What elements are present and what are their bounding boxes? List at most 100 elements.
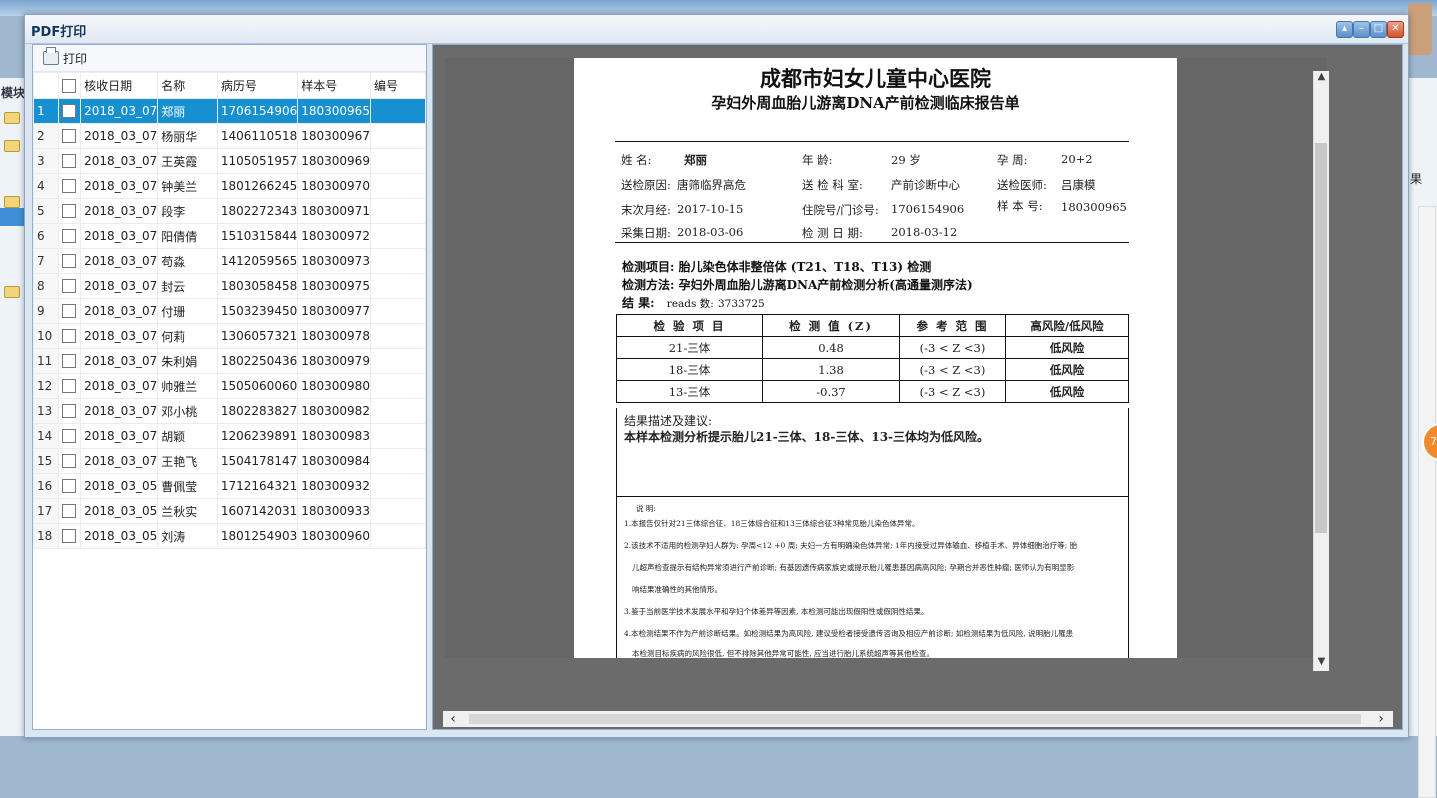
result-tab[interactable]: 果 [1410, 170, 1422, 187]
sample-cell: 180300983 [297, 423, 371, 449]
scroll-up-icon[interactable]: ▲ [1314, 71, 1329, 85]
row-checkbox[interactable] [57, 198, 82, 224]
viewer-vertical-scrollbar[interactable]: ▲ ▼ [1313, 71, 1329, 671]
row-checkbox[interactable] [57, 398, 82, 424]
collapse-button[interactable]: ▴ [1336, 21, 1353, 38]
checkbox[interactable] [62, 529, 77, 544]
checkbox[interactable] [62, 229, 77, 244]
table-row[interactable]: 15 2018_03_07 王艳飞 1504178147 180300984 [33, 448, 427, 474]
checkbox[interactable] [62, 304, 77, 319]
date-cell: 2018_03_07 [80, 123, 159, 149]
print-button[interactable]: 打印 [39, 47, 91, 67]
checkbox[interactable] [62, 379, 77, 394]
checkbox[interactable] [62, 279, 77, 294]
scroll-thumb[interactable] [1315, 143, 1327, 533]
row-checkbox[interactable] [57, 98, 82, 124]
sample-cell: 180300975 [297, 273, 371, 299]
row-checkbox[interactable] [57, 523, 82, 549]
row-checkbox[interactable] [57, 123, 82, 149]
checkbox[interactable] [62, 429, 77, 444]
row-number: 9 [33, 298, 59, 324]
dialog-titlebar[interactable]: PDF打印 ▴ – □ ✕ [25, 15, 1408, 44]
name-label: 姓 名: [621, 153, 652, 167]
checkbox[interactable] [62, 479, 77, 494]
table-row[interactable]: 18 2018_03_05 刘涛 1801254903 180300960 [33, 523, 427, 549]
column-header[interactable]: 样本号 [297, 72, 371, 99]
table-row[interactable]: 9 2018_03_07 付珊 1503239450 180300977 [33, 298, 427, 324]
sample-cell: 180300984 [297, 448, 371, 474]
name-cell: 帅雅兰 [157, 373, 218, 399]
table-row[interactable]: 2 2018_03_07 杨丽华 1406110518 180300967 [33, 123, 427, 149]
column-header[interactable]: 编号 [369, 72, 427, 99]
table-row[interactable]: 10 2018_03_07 何莉 1306057321 180300978 [33, 323, 427, 349]
checkbox[interactable] [62, 254, 77, 269]
table-row[interactable]: 7 2018_03_07 苟淼 1412059565 180300973 [33, 248, 427, 274]
close-button[interactable]: ✕ [1387, 21, 1404, 38]
checkbox[interactable] [62, 504, 77, 519]
printer-icon [43, 47, 59, 65]
column-header[interactable]: 名称 [157, 72, 218, 99]
scroll-right-icon[interactable]: › [1371, 711, 1391, 727]
minimize-button[interactable]: – [1353, 21, 1370, 38]
checkbox[interactable] [62, 354, 77, 369]
checkbox[interactable] [62, 454, 77, 469]
row-checkbox[interactable] [57, 148, 82, 174]
sample-cell: 180300972 [297, 223, 371, 249]
table-row[interactable]: 6 2018_03_07 阳倩倩 1510315844 180300972 [33, 223, 427, 249]
pdf-viewer[interactable]: 成都市妇女儿童中心医院 孕妇外周血胎儿游离DNA产前检测临床报告单 姓 名: 郑… [445, 58, 1329, 671]
checkbox[interactable] [62, 179, 77, 194]
result-item: 21-三体 [616, 336, 763, 359]
select-all-checkbox[interactable] [62, 78, 77, 93]
row-checkbox[interactable] [57, 498, 82, 524]
row-checkbox[interactable] [57, 423, 82, 449]
result-table-header: 高风险/低风险 [1005, 314, 1129, 337]
row-checkbox[interactable] [57, 448, 82, 474]
row-checkbox[interactable] [57, 473, 82, 499]
table-row[interactable]: 5 2018_03_07 段李 1802272343 180300971 [33, 198, 427, 224]
table-row[interactable]: 1 2018_03_07 郑丽 1706154906 180300965 [33, 98, 427, 124]
hscroll-thumb[interactable] [469, 714, 1361, 724]
checkbox[interactable] [62, 129, 77, 144]
row-checkbox[interactable] [57, 223, 82, 249]
maximize-button[interactable]: □ [1370, 21, 1387, 38]
scroll-left-icon[interactable]: ‹ [443, 711, 463, 727]
checkbox[interactable] [62, 404, 77, 419]
table-row[interactable]: 16 2018_03_05 曹佩莹 1712164321 180300932 [33, 473, 427, 499]
row-number: 3 [33, 148, 59, 174]
number-cell [369, 423, 427, 449]
table-row[interactable]: 13 2018_03_07 邓小桃 1802283827 180300982 [33, 398, 427, 424]
table-row[interactable]: 8 2018_03_07 封云 1803058458 180300975 [33, 273, 427, 299]
table-row[interactable]: 17 2018_03_05 兰秋实 1607142031 180300933 [33, 498, 427, 524]
row-checkbox[interactable] [57, 273, 82, 299]
table-row[interactable]: 14 2018_03_07 胡颖 1206239891 180300983 [33, 423, 427, 449]
description-box: 结果描述及建议: 本样本检测分析提示胎儿21-三体、18-三体、13-三体均为低… [616, 408, 1129, 497]
record-cell: 1802272343 [216, 198, 299, 224]
date-cell: 2018_03_07 [80, 423, 159, 449]
row-checkbox[interactable] [57, 173, 82, 199]
folder-icon [4, 140, 20, 152]
viewer-horizontal-scrollbar[interactable]: ‹ › [443, 711, 1393, 727]
checkbox[interactable] [62, 329, 77, 344]
checkbox[interactable] [62, 154, 77, 169]
checkbox[interactable] [62, 104, 77, 119]
side-scrollbar[interactable] [1418, 206, 1436, 798]
date-cell: 2018_03_07 [80, 448, 159, 474]
table-row[interactable]: 4 2018_03_07 钟美兰 1801266245 180300970 [33, 173, 427, 199]
name-cell: 封云 [157, 273, 218, 299]
column-header[interactable]: 病历号 [216, 72, 299, 99]
sample-cell: 180300978 [297, 323, 371, 349]
row-checkbox[interactable] [57, 248, 82, 274]
table-row[interactable]: 12 2018_03_07 帅雅兰 1505060060 180300980 [33, 373, 427, 399]
result-row: 13-三体 -0.37 (-3 < Z <3) 低风险 [616, 380, 1129, 403]
checkbox[interactable] [62, 204, 77, 219]
row-checkbox[interactable] [57, 298, 82, 324]
row-checkbox[interactable] [57, 323, 82, 349]
column-header[interactable]: 核收日期 [80, 72, 159, 99]
tree-selected-item[interactable] [0, 208, 26, 226]
number-cell [369, 123, 427, 149]
table-row[interactable]: 11 2018_03_07 朱利娟 1802250436 180300979 [33, 348, 427, 374]
row-checkbox[interactable] [57, 373, 82, 399]
scroll-down-icon[interactable]: ▼ [1314, 656, 1329, 670]
table-row[interactable]: 3 2018_03_07 王英霞 1105051957 180300969 [33, 148, 427, 174]
row-checkbox[interactable] [57, 348, 82, 374]
